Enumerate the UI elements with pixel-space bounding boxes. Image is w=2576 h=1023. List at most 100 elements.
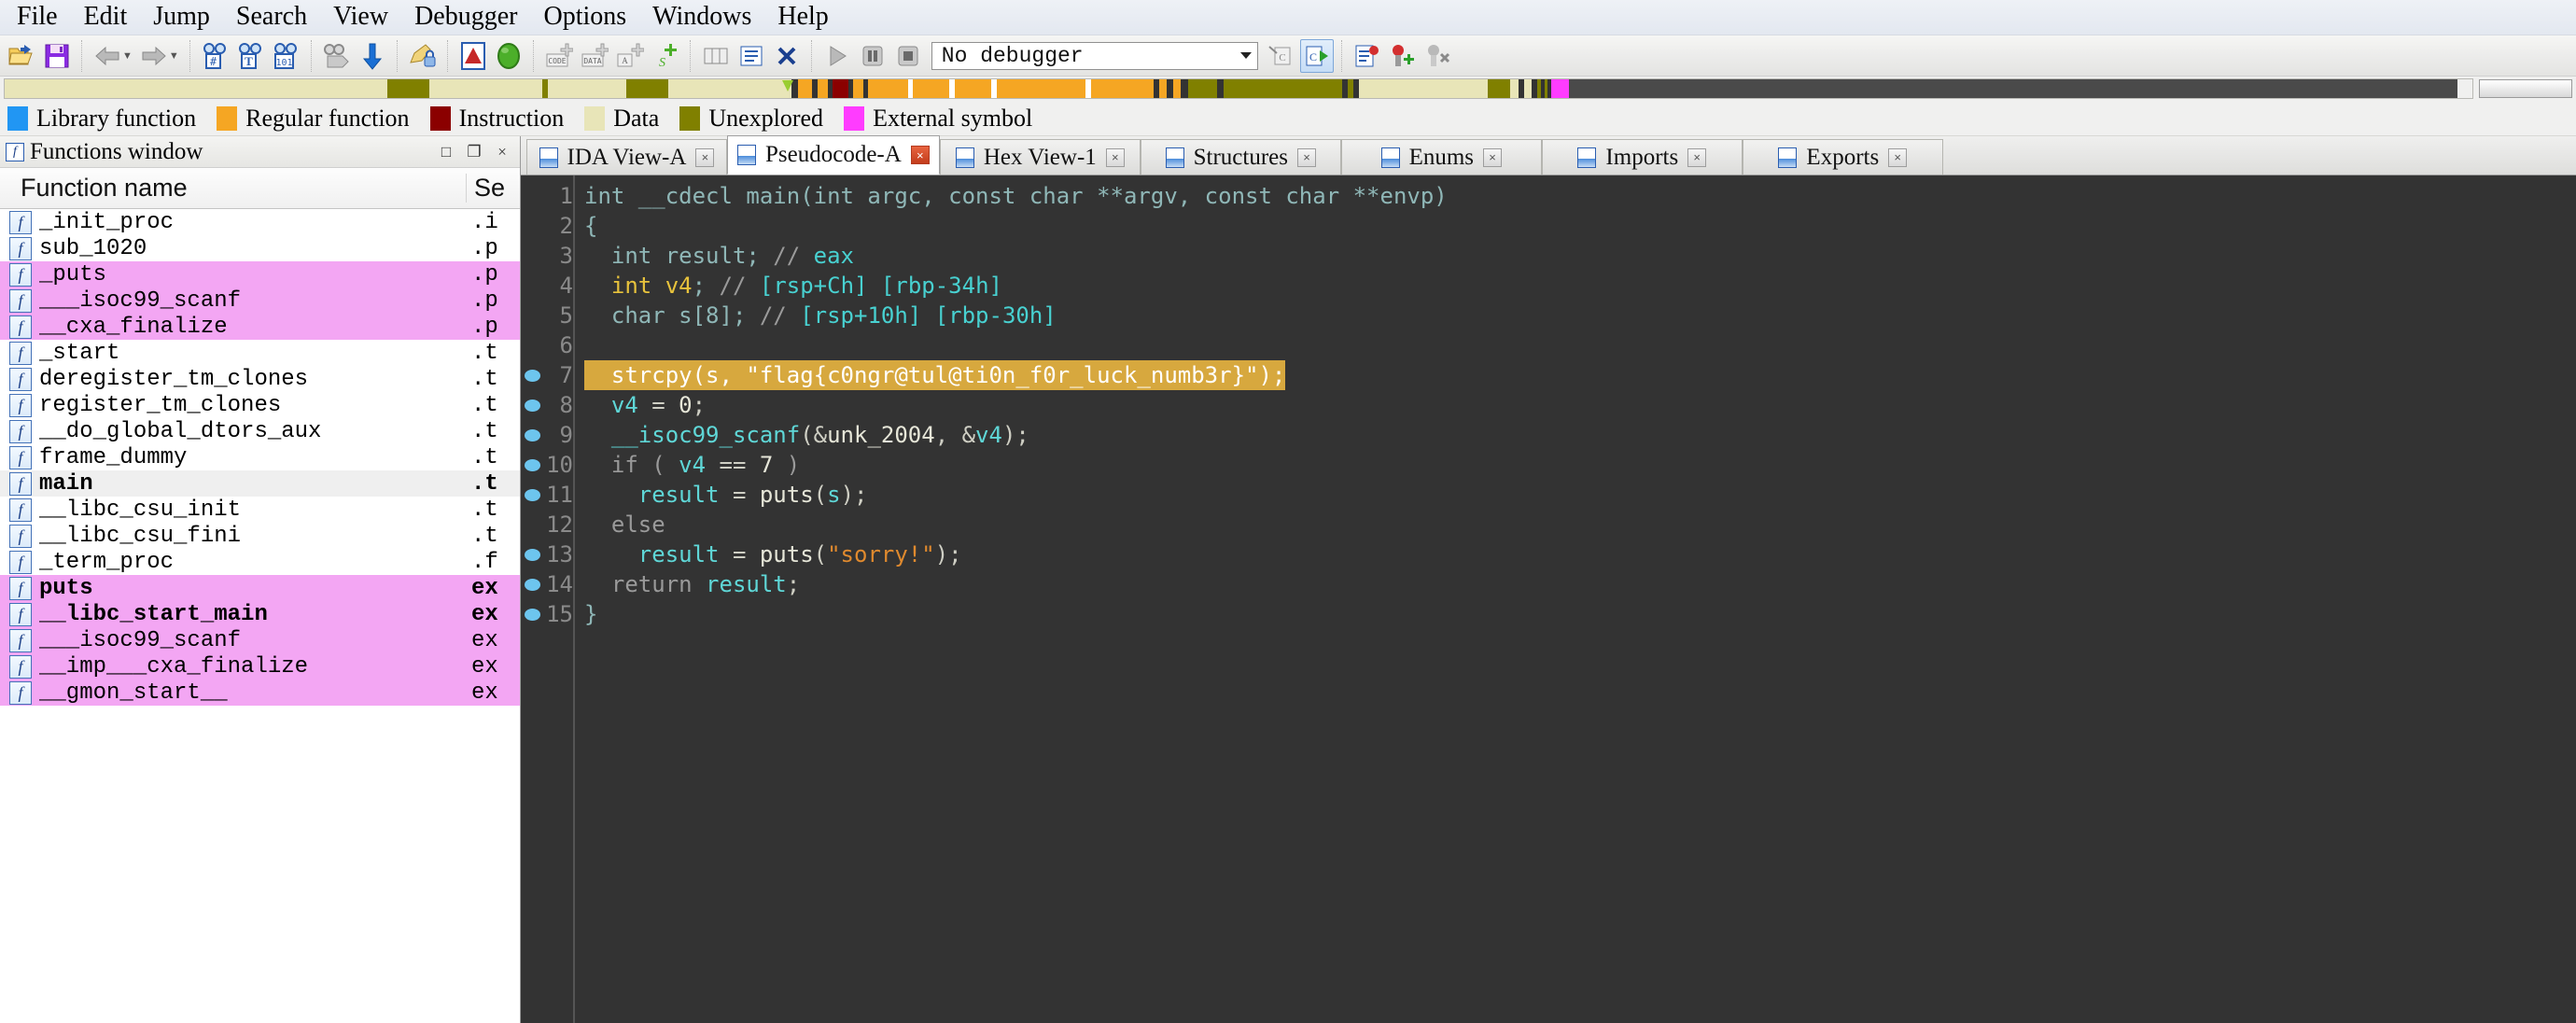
breakpoint-slot[interactable] bbox=[521, 301, 543, 330]
breakpoint-marker-icon[interactable] bbox=[524, 548, 540, 561]
function-list-row[interactable]: f _puts .p bbox=[0, 261, 520, 287]
code-line[interactable] bbox=[575, 330, 2576, 360]
breakpoint-marker-icon[interactable] bbox=[524, 369, 540, 382]
tab-close-icon[interactable]: × bbox=[695, 147, 715, 167]
function-list-row[interactable]: f __libc_csu_init .t bbox=[0, 497, 520, 523]
breakpoint-slot[interactable] bbox=[521, 599, 543, 629]
function-list-row[interactable]: f ___isoc99_scanf ex bbox=[0, 627, 520, 653]
tab-ida-view-a[interactable]: IDA View-A × bbox=[526, 139, 727, 175]
functions-list[interactable]: f _init_proc .i f sub_1020 .p f _puts .p f ___isoc… bbox=[0, 209, 520, 1023]
list-icon[interactable] bbox=[735, 39, 768, 73]
make-data-icon[interactable]: DATA bbox=[578, 39, 611, 73]
column-header-function-name[interactable]: Function name bbox=[0, 174, 466, 203]
navigation-band[interactable] bbox=[4, 78, 2473, 99]
breakpoint-slot[interactable] bbox=[521, 569, 543, 599]
save-file-icon[interactable] bbox=[40, 39, 74, 73]
column-header-segment[interactable]: Se bbox=[466, 174, 520, 203]
menu-item-windows[interactable]: Windows bbox=[639, 2, 764, 34]
function-list-row[interactable]: f deregister_tm_clones .t bbox=[0, 366, 520, 392]
code-line[interactable]: else bbox=[575, 510, 2576, 540]
tab-close-icon[interactable]: × bbox=[1105, 147, 1125, 167]
tab-imports[interactable]: Imports × bbox=[1541, 139, 1743, 175]
function-list-row[interactable]: f __libc_csu_fini .t bbox=[0, 523, 520, 549]
breakpoint-slot[interactable] bbox=[521, 540, 543, 569]
code-line[interactable]: int result; // eax bbox=[575, 241, 2576, 271]
code-line[interactable]: int v4; // [rsp+Ch] [rbp-34h] bbox=[575, 271, 2576, 301]
navband-scrollbar[interactable] bbox=[2479, 79, 2572, 98]
breakpoint-slot[interactable] bbox=[521, 390, 543, 420]
code-line[interactable]: result = puts("sorry!"); bbox=[575, 540, 2576, 569]
function-list-row[interactable]: f _start .t bbox=[0, 340, 520, 366]
menu-item-options[interactable]: Options bbox=[530, 2, 639, 34]
tab-close-icon[interactable]: × bbox=[1687, 147, 1707, 167]
breakpoint-marker-icon[interactable] bbox=[524, 578, 540, 591]
green-status-icon[interactable] bbox=[492, 39, 525, 73]
close-button[interactable]: × bbox=[490, 142, 514, 162]
function-list-row[interactable]: f __gmon_start__ ex bbox=[0, 680, 520, 706]
debugger-run-button[interactable] bbox=[820, 39, 854, 73]
make-struct-icon[interactable]: S bbox=[649, 39, 682, 73]
tab-hex-view-1[interactable]: Hex View-1 × bbox=[939, 139, 1141, 175]
tab-close-icon[interactable]: × bbox=[1888, 147, 1908, 167]
delete-breakpoint-icon[interactable] bbox=[1421, 39, 1455, 73]
undefine-icon[interactable] bbox=[770, 39, 804, 73]
make-ascii-icon[interactable]: A bbox=[613, 39, 647, 73]
code-line[interactable]: } bbox=[575, 599, 2576, 629]
function-list-row[interactable]: f __cxa_finalize .p bbox=[0, 314, 520, 340]
add-breakpoint-icon[interactable] bbox=[1386, 39, 1420, 73]
detach-process-icon[interactable]: C bbox=[1265, 39, 1298, 73]
breakpoint-slot[interactable] bbox=[521, 420, 543, 450]
attach-process-icon[interactable]: C bbox=[1299, 38, 1334, 73]
menu-item-file[interactable]: File bbox=[4, 2, 71, 34]
code-line[interactable]: strcpy(s, "flag{c0ngr@tul@ti0n_f0r_luck_… bbox=[575, 360, 2576, 390]
code-line[interactable]: { bbox=[575, 211, 2576, 241]
function-list-row[interactable]: f __do_global_dtors_aux .t bbox=[0, 418, 520, 444]
menu-item-jump[interactable]: Jump bbox=[140, 2, 223, 34]
maximize-button[interactable]: □ bbox=[434, 142, 458, 162]
code-line[interactable]: __isoc99_scanf(&unk_2004, &v4); bbox=[575, 420, 2576, 450]
navigate-back-icon[interactable] bbox=[91, 39, 124, 73]
function-list-row[interactable]: f _term_proc .f bbox=[0, 549, 520, 575]
pseudocode-view[interactable]: 1 2 3 4 5 6 7 8 9 10 11 12 13 14 15 int __cdecl main(i… bbox=[521, 175, 2576, 1023]
tab-enums[interactable]: Enums × bbox=[1340, 139, 1542, 175]
function-list-row[interactable]: f _init_proc .i bbox=[0, 209, 520, 235]
menu-item-search[interactable]: Search bbox=[223, 2, 320, 34]
tab-close-icon[interactable]: × bbox=[1297, 147, 1316, 167]
edit-lock-icon[interactable] bbox=[406, 39, 440, 73]
jump-down-icon[interactable] bbox=[356, 39, 389, 73]
make-array-icon[interactable] bbox=[699, 39, 733, 73]
search-hash-icon[interactable]: # bbox=[199, 39, 232, 73]
warning-icon[interactable] bbox=[456, 39, 490, 73]
breakpoint-marker-icon[interactable] bbox=[524, 428, 540, 441]
breakpoint-list-icon[interactable] bbox=[1351, 39, 1384, 73]
function-list-row[interactable]: f __libc_start_main ex bbox=[0, 601, 520, 627]
debugger-stop-button[interactable] bbox=[891, 39, 925, 73]
code-line[interactable]: return result; bbox=[575, 569, 2576, 599]
breakpoint-slot[interactable] bbox=[521, 211, 543, 241]
make-code-icon[interactable]: CODE bbox=[542, 39, 576, 73]
navigate-forward-icon[interactable] bbox=[137, 39, 171, 73]
function-list-row[interactable]: f __imp___cxa_finalize ex bbox=[0, 653, 520, 680]
debugger-pause-button[interactable] bbox=[856, 39, 889, 73]
tab-structures[interactable]: Structures × bbox=[1140, 139, 1341, 175]
function-list-row[interactable]: f frame_dummy .t bbox=[0, 444, 520, 470]
breakpoint-marker-icon[interactable] bbox=[524, 608, 540, 621]
code-line[interactable]: result = puts(s); bbox=[575, 480, 2576, 510]
menu-item-debugger[interactable]: Debugger bbox=[401, 2, 530, 34]
breakpoint-slot[interactable] bbox=[521, 480, 543, 510]
breakpoint-slot[interactable] bbox=[521, 271, 543, 301]
search-text-icon[interactable]: T bbox=[234, 39, 268, 73]
code-line[interactable]: if ( v4 == 7 ) bbox=[575, 450, 2576, 480]
search-binary-icon[interactable]: 101 bbox=[270, 39, 303, 73]
breakpoint-slot[interactable] bbox=[521, 510, 543, 540]
function-list-row[interactable]: f main .t bbox=[0, 470, 520, 497]
function-list-row[interactable]: f register_tm_clones .t bbox=[0, 392, 520, 418]
breakpoint-slot[interactable] bbox=[521, 330, 543, 360]
tab-close-icon[interactable]: × bbox=[910, 146, 930, 164]
float-button[interactable]: ❐ bbox=[462, 142, 486, 162]
breakpoint-marker-icon[interactable] bbox=[524, 458, 540, 471]
code-line[interactable]: v4 = 0; bbox=[575, 390, 2576, 420]
breakpoint-slot[interactable] bbox=[521, 450, 543, 480]
code-lines[interactable]: int __cdecl main(int argc, const char **… bbox=[575, 175, 2576, 1023]
code-line[interactable]: int __cdecl main(int argc, const char **… bbox=[575, 181, 2576, 211]
